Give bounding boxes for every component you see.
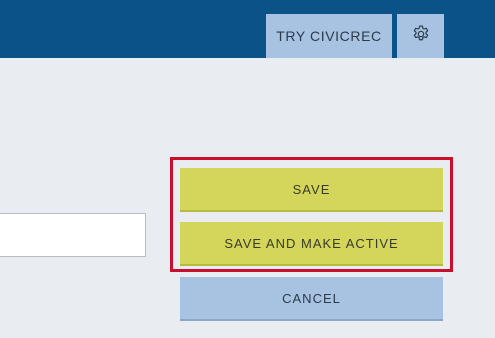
try-civicrec-button[interactable]: TRY CIVICREC — [266, 14, 392, 58]
save-button-label: SAVE — [292, 181, 331, 197]
cancel-button-label: CANCEL — [282, 290, 341, 306]
save-button[interactable]: SAVE — [180, 168, 443, 212]
cancel-button[interactable]: CANCEL — [180, 277, 443, 321]
form-text-input[interactable] — [0, 213, 146, 257]
save-and-make-active-label: SAVE AND MAKE ACTIVE — [224, 235, 399, 251]
top-header-bar: TRY CIVICREC — [0, 0, 495, 58]
save-and-make-active-button[interactable]: SAVE AND MAKE ACTIVE — [180, 222, 443, 266]
try-civicrec-label: TRY CIVICREC — [276, 28, 382, 44]
settings-button[interactable] — [397, 14, 444, 58]
gear-icon — [411, 24, 431, 49]
